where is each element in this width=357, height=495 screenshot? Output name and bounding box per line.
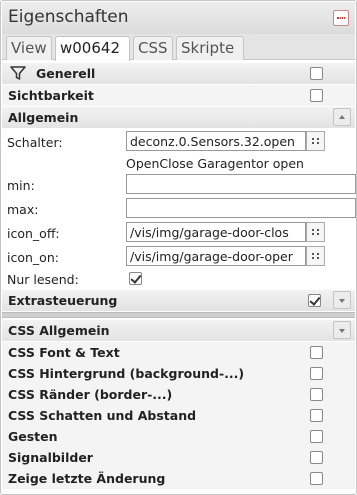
- css-background-checkbox[interactable]: [310, 367, 323, 380]
- group-gestures-label: Gesten: [8, 429, 58, 444]
- tab-scripts[interactable]: Skripte: [176, 36, 244, 60]
- max-label: max:: [7, 202, 39, 217]
- min-label: min:: [7, 178, 35, 193]
- group-signal-images[interactable]: Signalbilder: [2, 447, 355, 468]
- file-picker-icon[interactable]: [306, 222, 325, 242]
- group-signal-images-label: Signalbilder: [8, 450, 93, 465]
- visibility-checkbox[interactable]: [310, 89, 323, 102]
- group-css-allgemein[interactable]: CSS Allgemein: [2, 320, 355, 341]
- icon-off-input[interactable]: /vis/img/garage-door-clos: [126, 222, 306, 242]
- switch-hint: OpenClose Garagentor open: [126, 156, 304, 171]
- group-css-shadow-label: CSS Schatten und Abstand: [8, 408, 197, 423]
- group-css-font[interactable]: CSS Font & Text: [2, 342, 355, 363]
- min-input[interactable]: [126, 174, 356, 194]
- group-allgemein[interactable]: Allgemein: [2, 107, 355, 128]
- group-generell-label: Generell: [36, 66, 96, 81]
- tab-view[interactable]: View: [6, 36, 52, 60]
- group-extrasteuerung-label: Extrasteuerung: [8, 293, 118, 308]
- group-visibility[interactable]: Sichtbarkeit: [2, 85, 355, 106]
- chevron-down-icon[interactable]: [333, 321, 351, 339]
- generell-checkbox[interactable]: [310, 67, 323, 80]
- gestures-checkbox[interactable]: [310, 430, 323, 443]
- readonly-checkbox[interactable]: [129, 272, 142, 285]
- group-css-allgemein-label: CSS Allgemein: [8, 323, 110, 338]
- max-input[interactable]: [126, 198, 356, 218]
- group-generell[interactable]: Generell: [2, 63, 355, 84]
- group-allgemein-label: Allgemein: [8, 110, 79, 125]
- extrasteuerung-checkbox[interactable]: [308, 294, 321, 307]
- group-css-font-label: CSS Font & Text: [8, 345, 120, 360]
- icon-off-label: icon_off:: [7, 226, 60, 241]
- group-gestures[interactable]: Gesten: [2, 426, 355, 447]
- panel-collapse-icon[interactable]: [333, 10, 349, 26]
- chevron-down-icon[interactable]: [333, 291, 351, 309]
- switch-input[interactable]: deconz.0.Sensors.32.open: [126, 131, 306, 151]
- readonly-label: Nur lesend:: [7, 272, 79, 287]
- chevron-up-icon[interactable]: [333, 108, 351, 126]
- group-last-change[interactable]: Zeige letzte Änderung: [2, 468, 355, 489]
- css-shadow-checkbox[interactable]: [310, 409, 323, 422]
- funnel-icon[interactable]: [10, 65, 26, 81]
- panel-header: Eigenschaften: [2, 2, 355, 34]
- group-css-shadow[interactable]: CSS Schatten und Abstand: [2, 405, 355, 426]
- last-change-checkbox[interactable]: [310, 472, 323, 485]
- group-css-border[interactable]: CSS Ränder (border-...): [2, 384, 355, 405]
- object-picker-icon[interactable]: [306, 131, 325, 151]
- group-extrasteuerung[interactable]: Extrasteuerung: [2, 290, 355, 311]
- signal-images-checkbox[interactable]: [310, 451, 323, 464]
- group-visibility-label: Sichtbarkeit: [8, 88, 94, 103]
- group-css-background-label: CSS Hintergrund (background-...): [8, 366, 245, 381]
- icon-on-input[interactable]: /vis/img/garage-door-oper: [126, 246, 306, 266]
- tab-bar: View w00642 CSS Skripte: [2, 34, 355, 61]
- group-css-background[interactable]: CSS Hintergrund (background-...): [2, 363, 355, 384]
- tab-css[interactable]: CSS: [133, 36, 173, 60]
- section-divider: [2, 312, 355, 318]
- css-border-checkbox[interactable]: [310, 388, 323, 401]
- icon-on-label: icon_on:: [7, 250, 59, 265]
- tab-widget[interactable]: w00642: [55, 36, 130, 61]
- group-css-border-label: CSS Ränder (border-...): [8, 387, 173, 402]
- file-picker-icon[interactable]: [306, 246, 325, 266]
- properties-panel: Eigenschaften View w00642 CSS Skripte Ge…: [0, 0, 357, 495]
- group-last-change-label: Zeige letzte Änderung: [8, 471, 166, 486]
- css-font-checkbox[interactable]: [310, 346, 323, 359]
- switch-label: Schalter:: [7, 135, 63, 150]
- panel-title: Eigenschaften: [8, 7, 129, 27]
